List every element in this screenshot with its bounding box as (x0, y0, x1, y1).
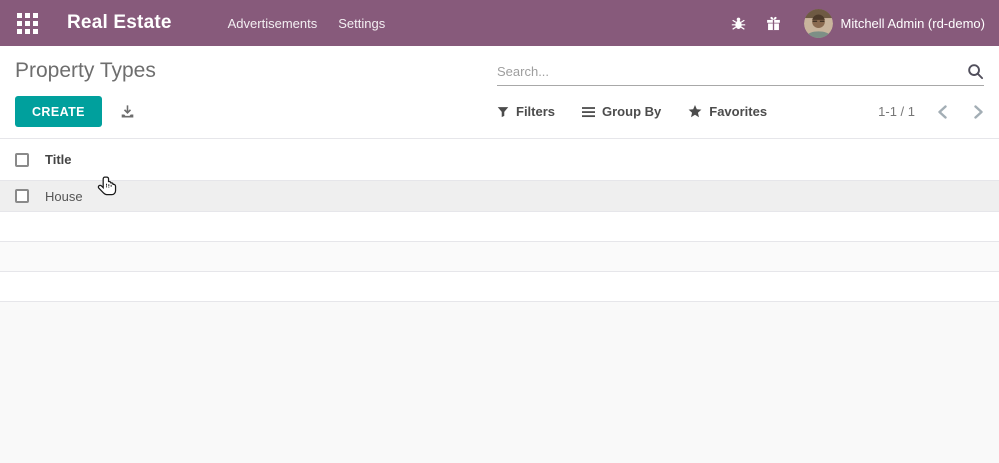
user-menu[interactable]: Mitchell Admin (rd-demo) (803, 8, 986, 38)
pager-range: 1-1 / 1 (878, 104, 915, 119)
list-row-house[interactable]: House (0, 181, 999, 212)
group-by-button[interactable]: Group By (582, 104, 661, 119)
pager: 1-1 / 1 (878, 104, 984, 119)
menu-item-settings[interactable]: Settings (338, 16, 385, 31)
bug-icon[interactable] (730, 14, 748, 32)
empty-row (0, 242, 999, 272)
filter-funnel-icon (497, 106, 509, 118)
row-title-cell: House (45, 188, 83, 204)
empty-row (0, 212, 999, 242)
chevron-left-icon[interactable] (937, 104, 948, 119)
app-title[interactable]: Real Estate (67, 12, 172, 34)
star-icon (688, 105, 702, 118)
empty-row (0, 272, 999, 302)
user-name: Mitchell Admin (rd-demo) (840, 15, 986, 31)
chevron-right-icon[interactable] (973, 104, 984, 119)
view-controls: Filters Group By Favorites (497, 104, 767, 119)
favorites-button[interactable]: Favorites (688, 104, 767, 119)
apps-grid-icon[interactable] (15, 11, 39, 35)
search-bar (497, 63, 984, 86)
filters-button[interactable]: Filters (497, 104, 555, 119)
search-input[interactable] (497, 64, 967, 79)
content-area: Property Types CREATE (0, 46, 999, 463)
group-by-bars-icon (582, 106, 596, 118)
gift-icon[interactable] (765, 14, 783, 32)
row-checkbox[interactable] (15, 189, 29, 203)
navbar-right: Mitchell Admin (rd-demo) (730, 8, 986, 38)
magnifier-icon[interactable] (967, 63, 984, 80)
select-all-checkbox[interactable] (15, 152, 29, 167)
create-button[interactable]: CREATE (15, 96, 102, 127)
page-title: Property Types (15, 59, 156, 82)
menu-item-advertisements[interactable]: Advertisements (228, 16, 318, 31)
list-view: Title House (0, 138, 999, 302)
top-navbar: Real Estate Advertisements Settings Mitc… (0, 0, 999, 46)
download-icon[interactable] (120, 104, 135, 119)
control-panel: Property Types CREATE (0, 46, 999, 138)
navbar-menu: Advertisements Settings (228, 16, 386, 31)
column-header-title[interactable]: Title (45, 152, 72, 167)
user-avatar (803, 8, 833, 38)
list-header-row: Title (0, 138, 999, 181)
